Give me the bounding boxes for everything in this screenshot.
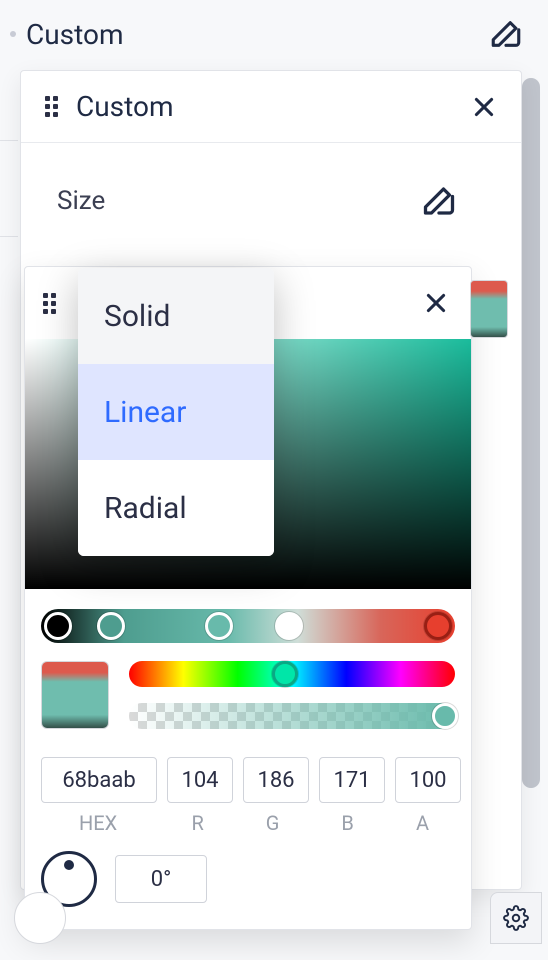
- menu-item-radial[interactable]: Radial: [78, 460, 274, 556]
- menu-item-label: Linear: [104, 395, 186, 430]
- r-label: R: [165, 811, 230, 835]
- current-swatch: [41, 661, 109, 729]
- menu-item-label: Solid: [104, 299, 170, 334]
- pencil-square-icon: [421, 183, 457, 219]
- a-input[interactable]: [395, 757, 461, 803]
- menu-item-linear[interactable]: Linear: [78, 364, 274, 460]
- background-shape: [14, 892, 66, 944]
- a-label: A: [390, 811, 455, 835]
- color-labels-row: HEX R G B A: [25, 803, 471, 835]
- gradient-stop[interactable]: [44, 612, 72, 640]
- gradient-stop[interactable]: [205, 612, 233, 640]
- r-input[interactable]: [167, 757, 233, 803]
- g-label: G: [240, 811, 305, 835]
- b-input[interactable]: [319, 757, 385, 803]
- gear-icon: [503, 905, 529, 931]
- alpha-slider[interactable]: [129, 703, 455, 729]
- gradient-stop[interactable]: [424, 612, 452, 640]
- size-edit-button[interactable]: [417, 179, 461, 223]
- scrollbar[interactable]: [522, 78, 540, 788]
- angle-row: [25, 835, 471, 907]
- g-input[interactable]: [243, 757, 309, 803]
- hex-label: HEX: [41, 811, 155, 835]
- angle-input[interactable]: [115, 855, 207, 903]
- b-label: B: [315, 811, 380, 835]
- close-icon: [423, 290, 449, 316]
- menu-item-label: Radial: [104, 491, 187, 526]
- size-row: Size: [21, 143, 521, 259]
- pencil-square-icon: [489, 17, 523, 51]
- alpha-thumb[interactable]: [432, 703, 458, 729]
- close-icon: [471, 94, 497, 120]
- hue-slider[interactable]: [129, 661, 455, 687]
- scrollbar-thumb[interactable]: [522, 78, 540, 788]
- menu-item-solid[interactable]: Solid: [78, 268, 274, 364]
- custom-panel-title: Custom: [76, 90, 174, 123]
- gradient-preview-chip[interactable]: [470, 280, 508, 338]
- hex-input[interactable]: [41, 757, 157, 803]
- gradient-stops-bar[interactable]: [41, 609, 455, 643]
- edit-button[interactable]: [484, 12, 528, 56]
- settings-button[interactable]: [490, 892, 542, 944]
- page-title: Custom: [26, 18, 124, 51]
- close-button[interactable]: [471, 94, 497, 120]
- close-button[interactable]: [423, 290, 449, 316]
- gradient-stop[interactable]: [97, 612, 125, 640]
- gradient-stop[interactable]: [275, 612, 303, 640]
- color-inputs-row: [25, 729, 471, 803]
- drag-handle-icon[interactable]: [43, 293, 56, 314]
- page-header: Custom: [10, 12, 528, 56]
- bullet-icon: [10, 31, 16, 37]
- hue-thumb[interactable]: [272, 661, 298, 687]
- size-label: Size: [57, 186, 105, 216]
- gradient-type-menu: Solid Linear Radial: [78, 268, 274, 556]
- drag-handle-icon[interactable]: [45, 96, 58, 117]
- custom-panel-header: Custom: [21, 71, 521, 143]
